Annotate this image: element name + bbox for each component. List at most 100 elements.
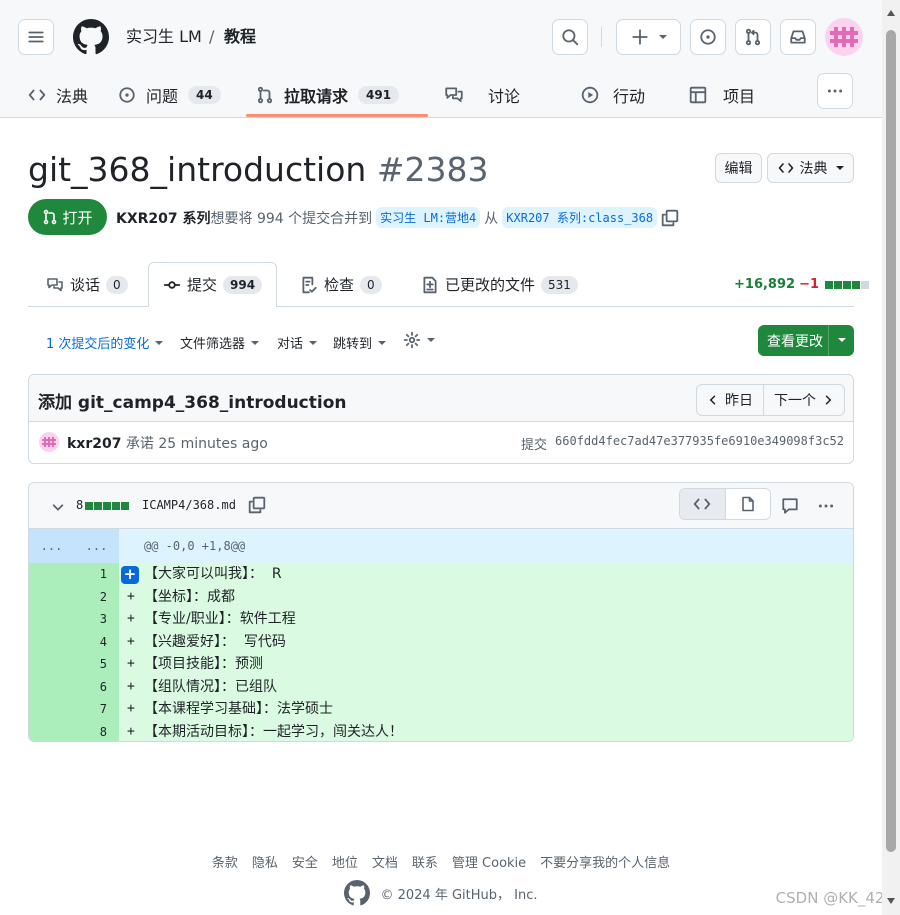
github-icon[interactable]	[344, 880, 371, 906]
tab-discussions-label: 讨论	[488, 87, 521, 106]
footer-link[interactable]: 联系	[412, 852, 438, 871]
kebab-horizontal-icon[interactable]	[816, 497, 836, 515]
hunk-expand-left[interactable]: ...	[41, 539, 63, 553]
scroll-thumb[interactable]	[886, 30, 896, 852]
line-number[interactable]: 3	[29, 608, 119, 631]
line-number[interactable]: 8	[29, 720, 119, 741]
footer-link[interactable]: 条款	[212, 852, 238, 871]
footer-link[interactable]: 文档	[372, 852, 398, 871]
tab-checks[interactable]: 检查 0	[300, 262, 382, 307]
line-number[interactable]: 5	[29, 653, 119, 676]
identicon-icon	[42, 437, 56, 447]
tab-commits[interactable]: 提交 994	[148, 262, 278, 307]
more-nav-button[interactable]	[817, 73, 853, 109]
menu-button[interactable]	[18, 19, 54, 55]
issue-icon	[119, 87, 135, 103]
footer-link[interactable]: 隐私	[252, 852, 278, 871]
source-view-button[interactable]	[680, 489, 726, 519]
watermark: CSDN @KK_427	[775, 889, 894, 907]
tab-code[interactable]: 法典	[28, 72, 88, 118]
addition-marker: +	[127, 678, 135, 694]
gear-icon	[403, 331, 421, 349]
addition-marker: +	[127, 633, 135, 649]
footer-link[interactable]: 不要分享我的个人信息	[540, 852, 670, 871]
line-code: 【组队情况】：已组队	[144, 678, 277, 695]
chevron-down-icon[interactable]	[51, 500, 65, 514]
diff-settings-dropdown[interactable]	[403, 331, 435, 349]
scrollbar[interactable]	[882, 0, 900, 915]
pull-requests-button[interactable]	[735, 19, 771, 55]
create-new-button[interactable]	[616, 19, 681, 55]
author-avatar[interactable]	[39, 432, 59, 452]
github-logo[interactable]	[73, 19, 109, 55]
next-commit-button[interactable]: 下一个	[763, 385, 844, 415]
tab-projects[interactable]: 项目	[689, 72, 755, 118]
code-dropdown-button[interactable]: 法典	[767, 153, 854, 183]
avatar[interactable]	[825, 18, 863, 56]
review-changes-label: 查看更改	[767, 333, 823, 350]
rich-view-button[interactable]	[726, 489, 771, 519]
tab-issues[interactable]: 问题 44	[118, 72, 221, 118]
repo-nav: 法典 问题 44 拉取请求 491 讨论 行动 项目	[0, 72, 882, 118]
scroll-up-arrow[interactable]	[887, 10, 895, 16]
jump-to-dropdown[interactable]: 跳转到	[333, 333, 387, 352]
breadcrumb-repo[interactable]: 教程	[224, 26, 256, 48]
edit-button[interactable]: 编辑	[715, 153, 762, 183]
copy-icon[interactable]	[661, 209, 679, 227]
head-branch[interactable]: KXR207 系列:class_368	[502, 207, 658, 228]
pr-author[interactable]: KXR207 系列	[116, 208, 211, 228]
base-branch[interactable]: 实习生 LM:营地4	[376, 207, 481, 228]
review-changes-button[interactable]: 查看更改	[758, 325, 854, 356]
chevron-down-icon	[251, 340, 260, 345]
footer-link[interactable]: 安全	[292, 852, 318, 871]
tab-discussions[interactable]: 讨论	[444, 72, 520, 118]
file-name[interactable]: ICAMP4/368.md	[142, 498, 236, 512]
file-header: 8 ICAMP4/368.md	[29, 483, 853, 529]
search-button[interactable]	[552, 19, 588, 55]
footer-link[interactable]: 管理 Cookie	[452, 852, 526, 871]
file-diff: 8 ICAMP4/368.md ... ... @@ -0,0 +1,8@@ 1…	[28, 482, 854, 742]
tab-actions[interactable]: 行动	[581, 72, 645, 118]
issue-icon	[700, 29, 716, 45]
file-filter-dropdown[interactable]: 文件筛选器	[180, 333, 260, 352]
line-number[interactable]: 7	[29, 698, 119, 721]
copyright-text: © 2024 年 GitHub， Inc.	[380, 887, 538, 903]
line-number[interactable]: 1	[29, 563, 119, 586]
hunk-expand-right[interactable]: ...	[86, 539, 108, 553]
copy-icon[interactable]	[248, 496, 266, 514]
tab-files-changed-label: 已更改的文件	[445, 276, 536, 294]
line-number[interactable]: 4	[29, 630, 119, 653]
deletions-count: −1	[799, 277, 820, 292]
tab-files-changed[interactable]: 已更改的文件 531	[421, 262, 578, 307]
issues-button[interactable]	[690, 19, 726, 55]
breadcrumb-owner[interactable]: 实习生 LM	[126, 26, 202, 48]
footer-link[interactable]: 地位	[332, 852, 358, 871]
tab-checks-label: 检查	[324, 276, 355, 294]
commit-header: 添加 git_camp4_368_introduction 昨日 下一个	[29, 375, 853, 422]
comment-icon[interactable]	[781, 497, 799, 515]
selected-tab-underline	[246, 114, 428, 117]
chevron-down-icon	[378, 340, 387, 345]
line-code: 【兴趣爱好】： 写代码	[144, 633, 286, 650]
line-number[interactable]: 6	[29, 675, 119, 698]
conversations-dropdown[interactable]: 对话	[277, 333, 318, 352]
tab-pull-requests[interactable]: 拉取请求 491	[256, 72, 400, 118]
prev-commit-button[interactable]: 昨日	[697, 385, 763, 415]
hunk-expand[interactable]: ... ...	[29, 529, 119, 563]
tab-conversation[interactable]: 谈话 0	[46, 262, 128, 307]
scroll-down-arrow[interactable]	[887, 898, 895, 904]
inbox-icon	[790, 30, 806, 44]
changes-since-dropdown[interactable]: 1 次提交后的变化	[46, 333, 164, 352]
chevron-down-icon[interactable]	[838, 338, 846, 342]
addition-marker: +	[127, 701, 135, 716]
line-number[interactable]: 2	[29, 585, 119, 608]
inbox-button[interactable]	[780, 19, 816, 55]
kebab-horizontal-icon	[827, 89, 843, 93]
file-icon	[741, 496, 754, 512]
commit-time: 承诺 25 minutes ago	[125, 436, 268, 452]
commit-author[interactable]: kxr207	[67, 436, 121, 452]
footer-links: 条款 隐私 安全 地位 文档 联系 管理 Cookie 不要分享我的个人信息	[0, 852, 882, 871]
add-comment-button[interactable]: +	[121, 566, 139, 584]
commit-sha[interactable]: 660fdd4fec7ad47e377935fe6910e349098f3c52	[555, 434, 844, 453]
diff-line: 1 + 【大家可以叫我】： R	[29, 563, 853, 586]
